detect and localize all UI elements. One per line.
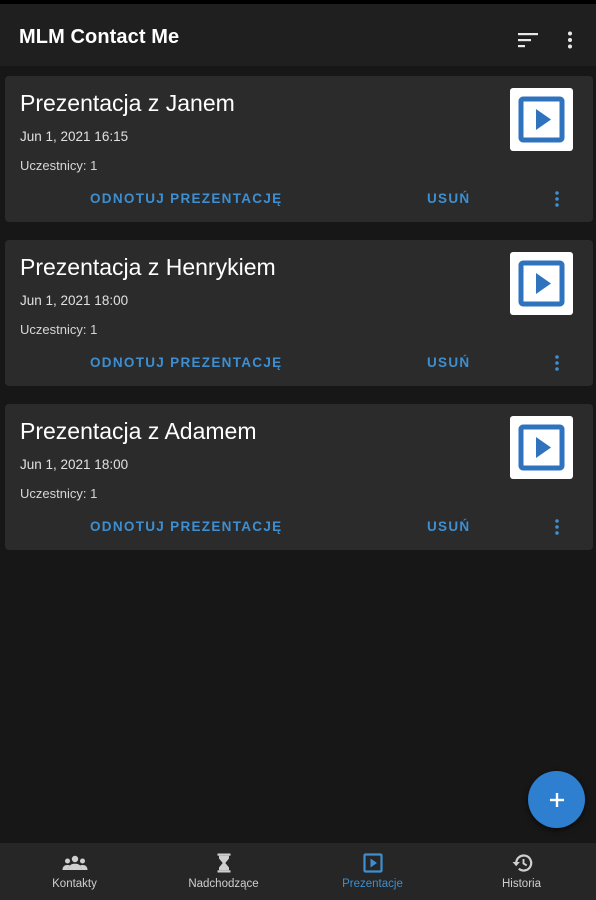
presentation-participants: Uczestnicy: 1 <box>20 322 98 337</box>
nav-item-historia[interactable]: Historia <box>447 843 596 900</box>
app-title: MLM Contact Me <box>19 26 180 48</box>
delete-button[interactable]: USUŃ <box>427 519 470 534</box>
nav-label: Kontakty <box>52 878 97 890</box>
presentation-card[interactable]: Prezentacja z Adamem Jun 1, 2021 18:00 U… <box>5 404 593 550</box>
nav-item-prezentacje[interactable]: Prezentacje <box>298 843 447 900</box>
play-presentation-button[interactable] <box>510 252 573 315</box>
more-vert-icon <box>568 31 572 49</box>
add-presentation-button[interactable] <box>528 771 585 828</box>
more-vert-icon <box>555 519 559 535</box>
presentation-title: Prezentacja z Henrykiem <box>20 254 276 280</box>
plus-icon <box>549 792 564 807</box>
note-presentation-button[interactable]: ODNOTUJ PREZENTACJĘ <box>90 355 282 370</box>
play-box-icon <box>518 96 565 143</box>
more-vert-icon <box>555 355 559 371</box>
app-screen: MLM Contact Me Prezentacja z Janem Jun 1… <box>0 0 596 900</box>
presentation-title: Prezentacja z Janem <box>20 90 235 116</box>
hourglass-icon <box>217 852 231 874</box>
nav-label: Prezentacje <box>342 878 403 890</box>
nav-label: Historia <box>502 878 541 890</box>
app-bar: MLM Contact Me <box>0 4 596 66</box>
nav-item-nadchodzace[interactable]: Nadchodzące <box>149 843 298 900</box>
presentation-card[interactable]: Prezentacja z Janem Jun 1, 2021 16:15 Uc… <box>5 76 593 222</box>
sort-icon <box>518 33 538 48</box>
nav-item-kontakty[interactable]: Kontakty <box>0 843 149 900</box>
play-box-icon <box>362 852 383 874</box>
presentation-date: Jun 1, 2021 18:00 <box>20 293 129 308</box>
presentation-title: Prezentacja z Adamem <box>20 418 257 444</box>
presentation-date: Jun 1, 2021 16:15 <box>20 129 129 144</box>
bottom-navigation: Kontakty Nadchodzące Prezentacje Histori… <box>0 843 596 900</box>
people-icon <box>62 852 88 874</box>
sort-button[interactable] <box>512 24 544 56</box>
presentation-card[interactable]: Prezentacja z Henrykiem Jun 1, 2021 18:0… <box>5 240 593 386</box>
card-more-button[interactable] <box>545 351 569 375</box>
delete-button[interactable]: USUŃ <box>427 191 470 206</box>
card-more-button[interactable] <box>545 515 569 539</box>
presentation-participants: Uczestnicy: 1 <box>20 486 98 501</box>
presentation-participants: Uczestnicy: 1 <box>20 158 98 173</box>
play-box-icon <box>518 424 565 471</box>
note-presentation-button[interactable]: ODNOTUJ PREZENTACJĘ <box>90 519 282 534</box>
delete-button[interactable]: USUŃ <box>427 355 470 370</box>
play-presentation-button[interactable] <box>510 88 573 151</box>
presentation-date: Jun 1, 2021 18:00 <box>20 457 129 472</box>
play-box-icon <box>518 260 565 307</box>
history-icon <box>511 852 533 874</box>
card-more-button[interactable] <box>545 187 569 211</box>
more-vert-icon <box>555 191 559 207</box>
nav-label: Nadchodzące <box>188 878 259 890</box>
play-presentation-button[interactable] <box>510 416 573 479</box>
note-presentation-button[interactable]: ODNOTUJ PREZENTACJĘ <box>90 191 282 206</box>
overflow-menu-button[interactable] <box>558 24 582 56</box>
